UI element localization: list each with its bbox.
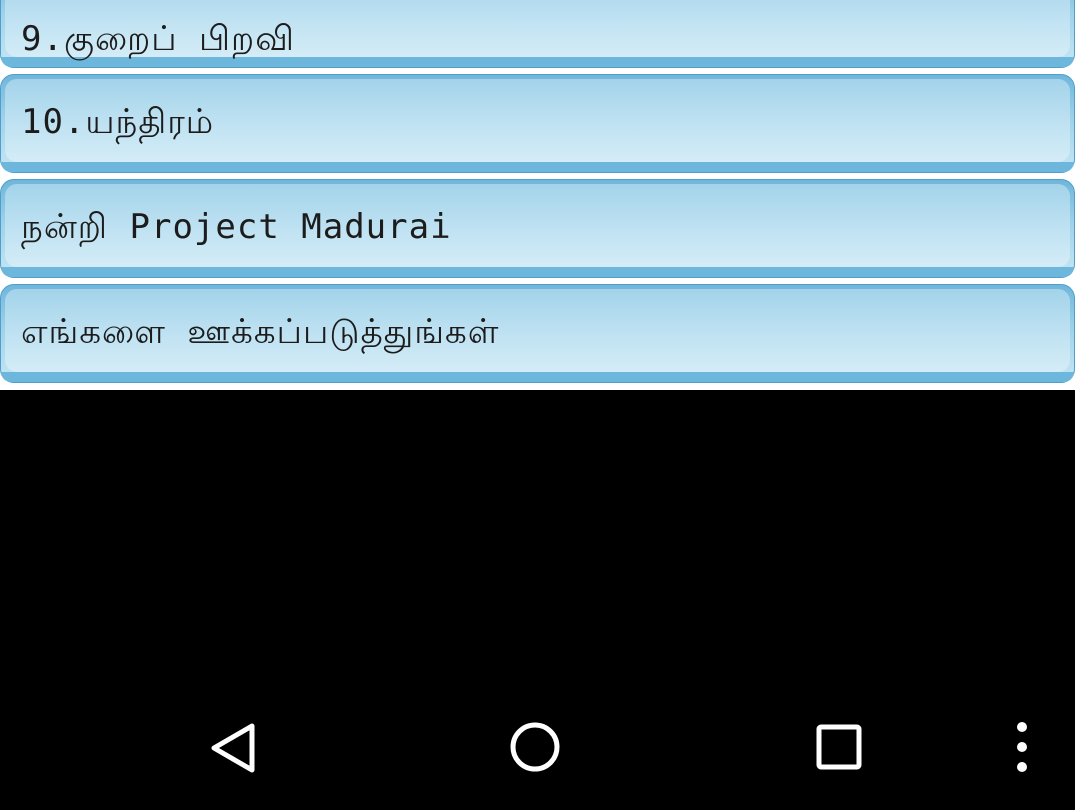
overflow-menu-button[interactable] xyxy=(1000,708,1044,788)
navigation-bar xyxy=(0,690,1075,810)
list-item-shadow xyxy=(1,267,1074,277)
recents-square-icon xyxy=(816,724,862,770)
screen: 9.குறைப் பிறவி 10.யந்திரம் நன்றி Project… xyxy=(0,0,1075,810)
recents-button[interactable] xyxy=(794,708,884,788)
list-item[interactable]: 9.குறைப் பிறவி xyxy=(0,0,1075,68)
list-item-shadow xyxy=(1,162,1074,172)
list-item-label: எங்களை ஊக்கப்படுத்துங்கள் xyxy=(21,311,500,352)
chapter-list: 9.குறைப் பிறவி 10.யந்திரம் நன்றி Project… xyxy=(0,0,1075,390)
list-item-label: 9.குறைப் பிறவி xyxy=(21,19,295,59)
list-item-label: 10.யந்திரம் xyxy=(21,101,215,142)
home-circle-icon xyxy=(510,722,560,772)
list-item-label: நன்றி Project Madurai xyxy=(21,206,452,247)
list-item-shadow xyxy=(1,372,1074,382)
back-triangle-icon xyxy=(211,723,255,773)
back-button[interactable] xyxy=(188,708,278,788)
list-item[interactable]: எங்களை ஊக்கப்படுத்துங்கள் xyxy=(0,284,1075,383)
list-item[interactable]: நன்றி Project Madurai xyxy=(0,179,1075,278)
home-button[interactable] xyxy=(490,708,580,788)
overflow-dots-icon xyxy=(1017,722,1027,772)
list-item[interactable]: 10.யந்திரம் xyxy=(0,74,1075,173)
